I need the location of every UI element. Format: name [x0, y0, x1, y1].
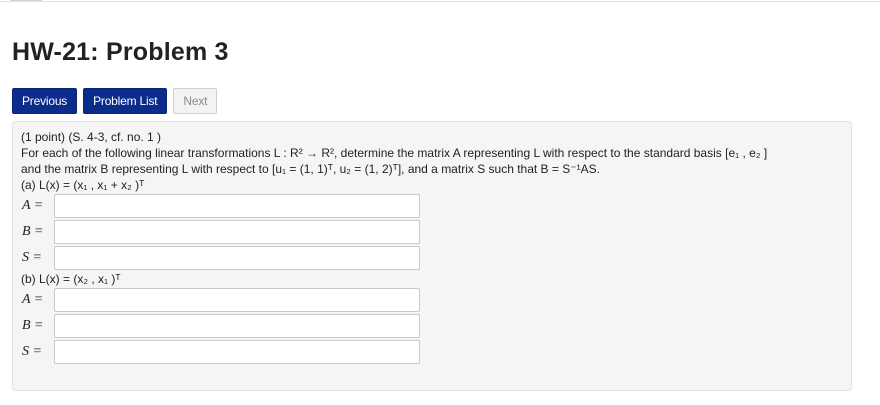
next-button[interactable]: Next — [173, 88, 218, 114]
problem-list-button[interactable]: Problem List — [83, 88, 168, 114]
problem-intro: For each of the following linear transfo… — [21, 146, 768, 160]
previous-button[interactable]: Previous — [12, 88, 78, 114]
part-a-matrix-a-row: A = — [22, 193, 843, 219]
part-b-matrix-a-row: A = — [22, 287, 843, 313]
problem-header: (1 point) (S. 4-3, cf. no. 1 ) — [21, 130, 162, 144]
top-divider — [0, 1, 880, 2]
part-b-matrix-b-row: B = — [22, 313, 843, 339]
part-a-matrix-s-input[interactable] — [54, 246, 420, 270]
part-a-statement: (a) L(x) = (x₁ , x₁ + x₂ )ᵀ — [21, 178, 145, 192]
part-b-matrix-s-label: S = — [22, 344, 42, 359]
part-b-statement: (b) L(x) = (x₂ , x₁ )ᵀ — [21, 272, 121, 286]
top-border — [0, 0, 880, 3]
part-a-matrix-a-label: A = — [22, 198, 44, 213]
part-a-matrix-b-row: B = — [22, 219, 843, 245]
part-b-matrix-a-label: A = — [22, 292, 44, 307]
part-b-matrix-s-input[interactable] — [54, 340, 420, 364]
part-a-matrix-a-input[interactable] — [54, 194, 420, 218]
part-a-matrix-b-label: B = — [22, 224, 44, 239]
part-a-matrix-b-input[interactable] — [54, 220, 420, 244]
part-a-matrix-s-row: S = — [22, 245, 843, 271]
part-b-matrix-s-row: S = — [22, 339, 843, 365]
part-b-matrix-b-label: B = — [22, 318, 44, 333]
part-b-matrix-b-input[interactable] — [54, 314, 420, 338]
problem-intro-continued: and the matrix B representing L with res… — [21, 162, 600, 176]
problem-navigation: Previous Problem List Next — [12, 88, 218, 114]
problem-body: (1 point) (S. 4-3, cf. no. 1 ) For each … — [12, 121, 852, 391]
part-a-matrix-s-label: S = — [22, 250, 42, 265]
page-title: HW-21: Problem 3 — [12, 38, 229, 66]
part-b-matrix-a-input[interactable] — [54, 288, 420, 312]
